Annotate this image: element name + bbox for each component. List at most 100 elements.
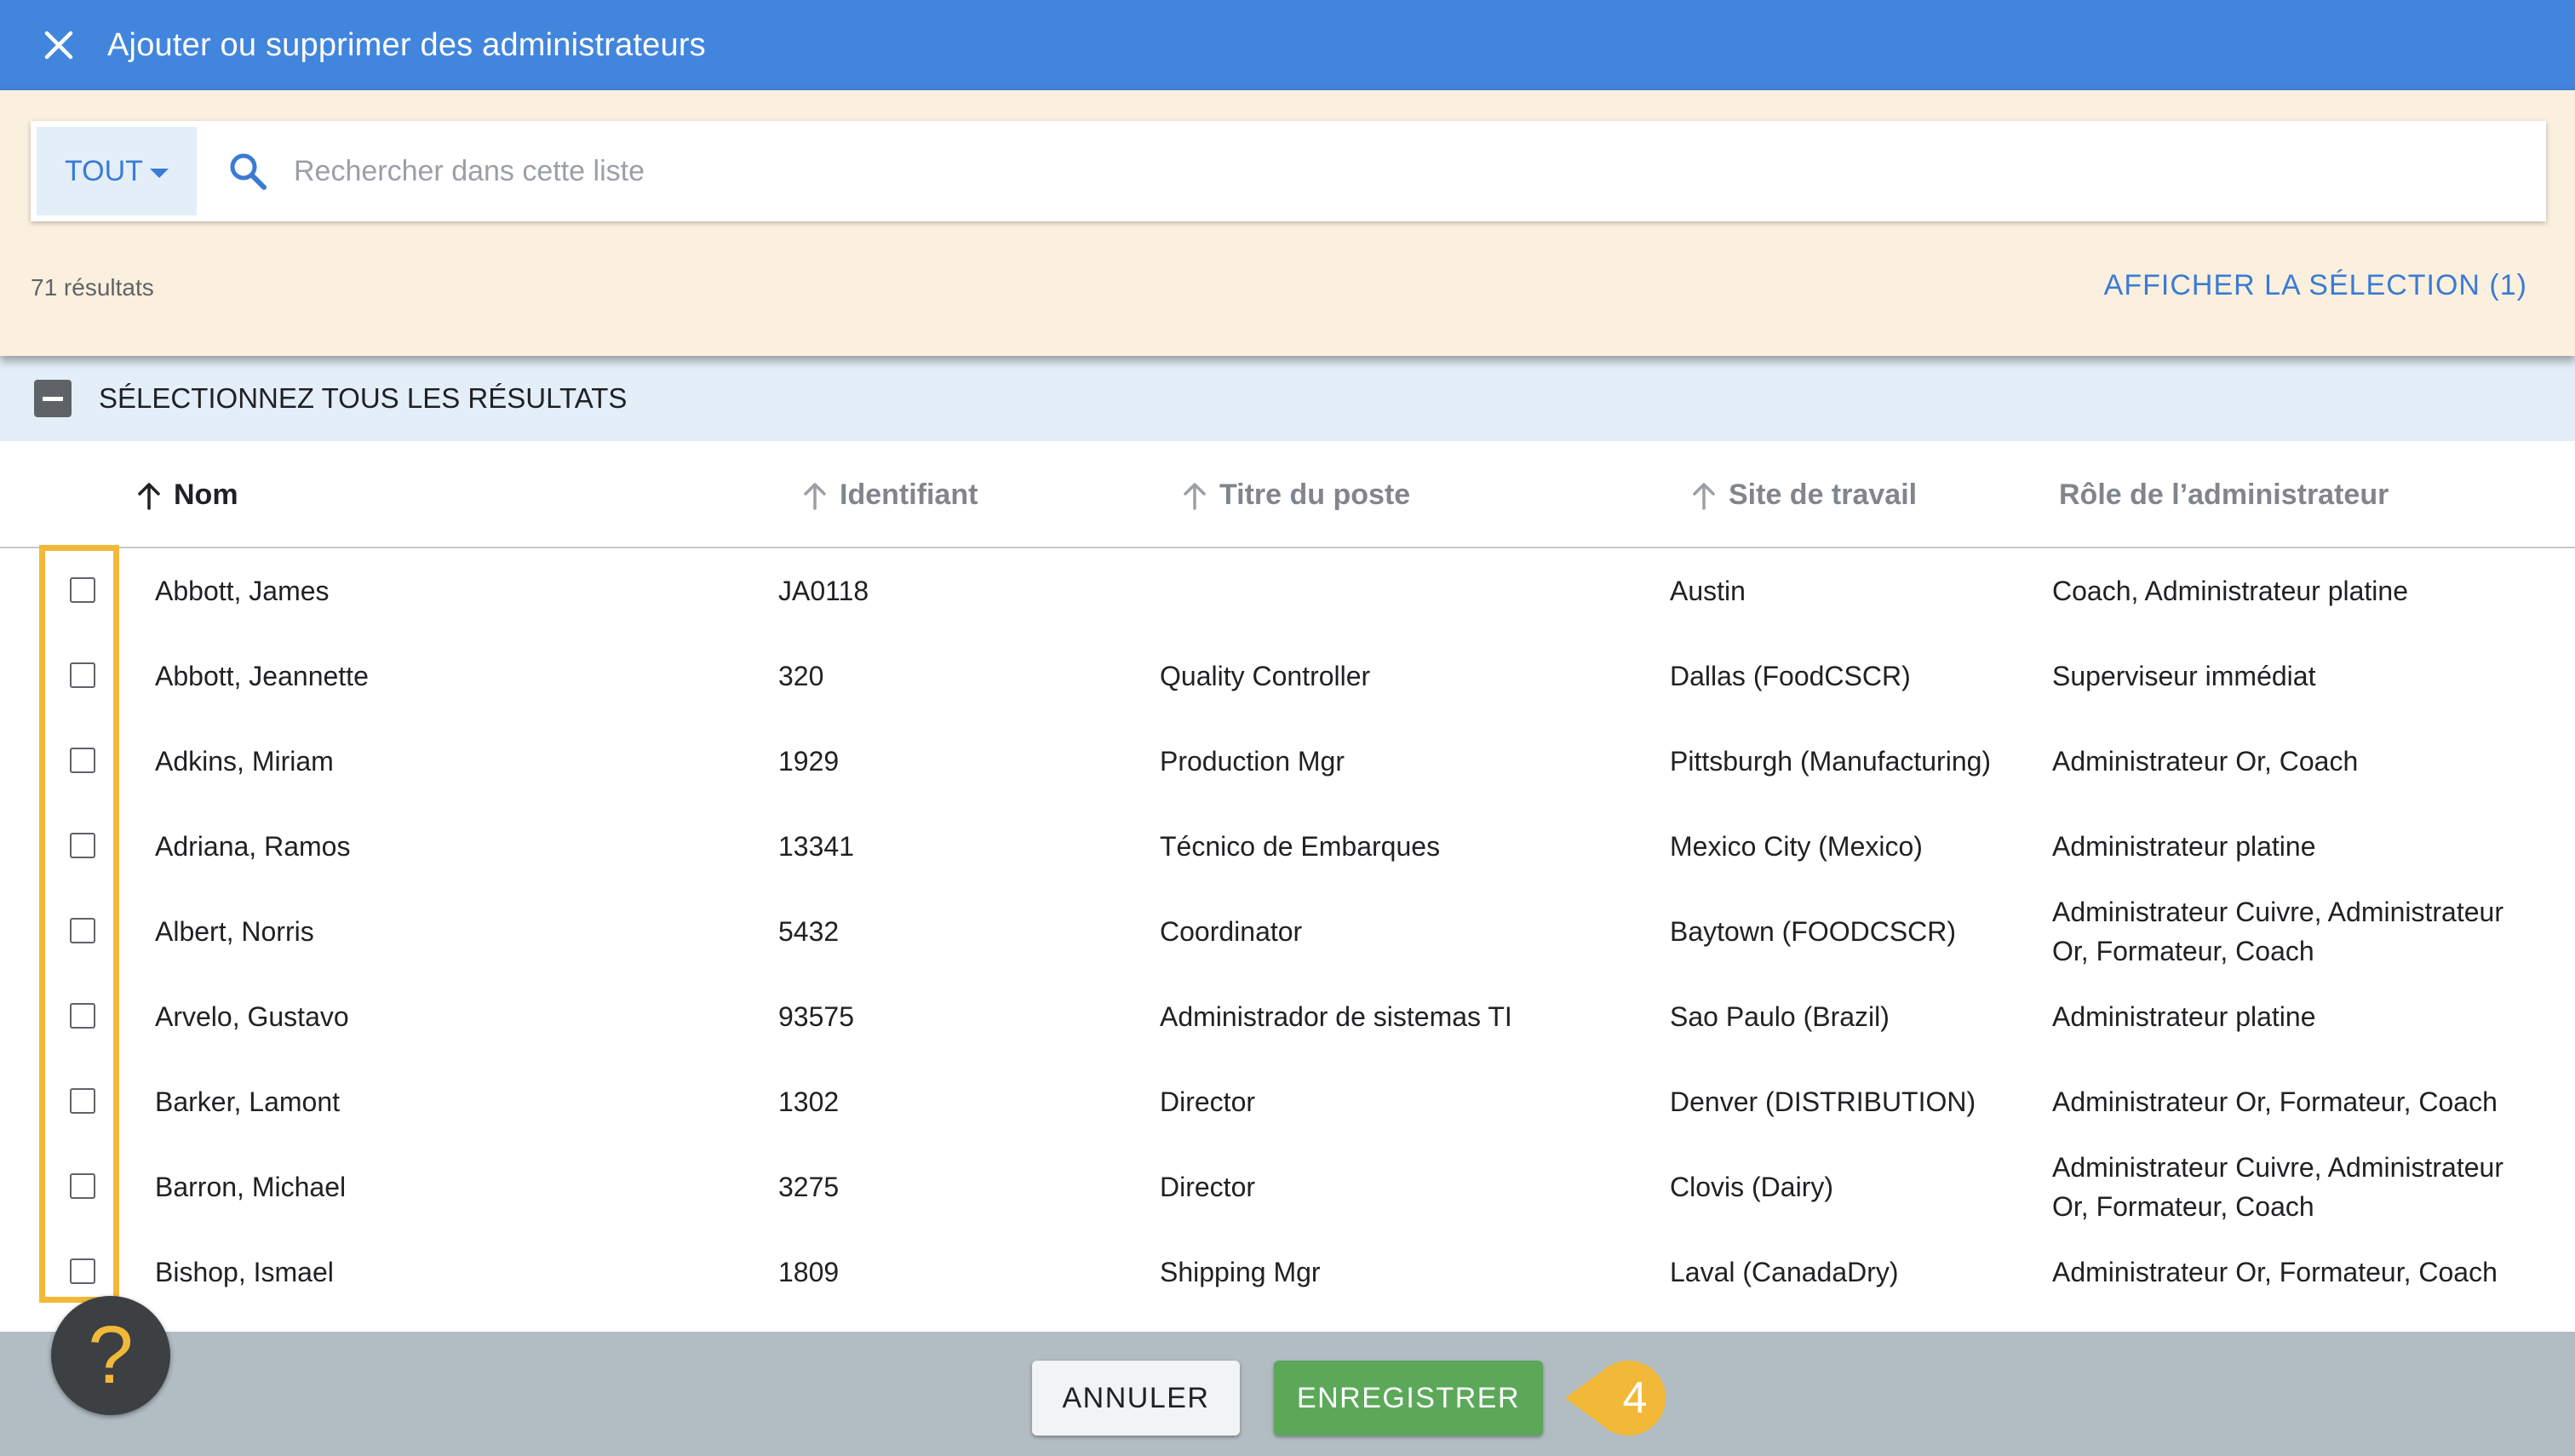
cell-id: 1302: [778, 1086, 840, 1117]
table-row: Adriana, Ramos 13341 Técnico de Embarque…: [0, 804, 2575, 889]
cell-name: Barker, Lamont: [155, 1086, 340, 1117]
arrow-up-icon: [1182, 481, 1207, 510]
cell-name: Arvelo, Gustavo: [155, 1001, 349, 1032]
cell-admin-role: Administrateur Or, Coach: [2052, 746, 2359, 777]
cell-work-site: Dallas (FoodCSCR): [1670, 661, 1911, 691]
cell-admin-role: Administrateur Or, Formateur, Coach: [2052, 1086, 2498, 1117]
cell-name: Abbott, Jeannette: [155, 661, 369, 691]
row-checkbox[interactable]: [70, 1088, 95, 1114]
arrow-up-icon: [802, 481, 828, 510]
indeterminate-icon: [43, 396, 63, 401]
save-button[interactable]: ENREGISTRER: [1274, 1361, 1543, 1436]
cell-job-title: Administrador de sistemas TI: [1160, 1001, 1512, 1032]
cell-job-title: Shipping Mgr: [1160, 1257, 1321, 1287]
column-header-label: Site de travail: [1729, 479, 1918, 511]
cell-name: Adkins, Miriam: [155, 746, 334, 777]
dialog-header: Ajouter ou supprimer des administrateurs: [0, 0, 2575, 90]
column-header-label: Titre du poste: [1219, 479, 1411, 511]
cell-work-site: Denver (DISTRIBUTION): [1670, 1086, 1976, 1117]
cell-id: 3275: [778, 1172, 840, 1202]
search-bar: TOUT: [31, 121, 2546, 221]
cell-job-title: Técnico de Embarques: [1160, 831, 1441, 862]
close-icon[interactable]: [37, 24, 80, 66]
cell-job-title: Director: [1160, 1086, 1256, 1117]
results-count: 71 résultats: [31, 274, 154, 301]
cell-work-site: Clovis (Dairy): [1670, 1172, 1833, 1202]
row-checkbox[interactable]: [70, 1173, 95, 1199]
arrow-up-icon: [136, 481, 162, 510]
select-all-label: SÉLECTIONNEZ TOUS LES RÉSULTATS: [99, 382, 628, 414]
select-all-bar: SÉLECTIONNEZ TOUS LES RÉSULTATS: [0, 356, 2575, 441]
cell-work-site: Laval (CanadaDry): [1670, 1257, 1899, 1287]
cancel-button[interactable]: ANNULER: [1032, 1361, 1240, 1436]
show-selection-link[interactable]: AFFICHER LA SÉLECTION (1): [2104, 269, 2527, 302]
cell-admin-role: Administrateur platine: [2052, 831, 2316, 862]
cell-work-site: Austin: [1670, 576, 1746, 606]
table-row: Abbott, Jeannette 320 Quality Controller…: [0, 633, 2575, 719]
cell-work-site: Pittsburgh (Manufacturing): [1670, 746, 1992, 777]
column-header-label: Nom: [174, 479, 238, 511]
table-row: Albert, Norris 5432 Coordinator Baytown …: [0, 889, 2575, 974]
select-all-checkbox[interactable]: [34, 380, 72, 417]
cell-id: 320: [778, 661, 824, 691]
column-header-job-title[interactable]: Titre du poste: [1182, 479, 1410, 512]
cell-id: 5432: [778, 916, 840, 947]
row-checkbox[interactable]: [70, 1258, 95, 1284]
cell-name: Abbott, James: [155, 576, 330, 606]
table-row: Arvelo, Gustavo 93575 Administrador de s…: [0, 974, 2575, 1059]
row-checkbox[interactable]: [70, 577, 95, 603]
row-checkbox[interactable]: [70, 918, 95, 943]
cell-admin-role: Administrateur Cuivre, Administrateur Or…: [2052, 1152, 2503, 1222]
row-checkbox[interactable]: [70, 748, 95, 773]
cell-name: Adriana, Ramos: [155, 831, 351, 862]
dialog-title: Ajouter ou supprimer des administrateurs: [107, 26, 706, 63]
row-checkbox[interactable]: [70, 833, 95, 858]
scope-label: TOUT: [65, 154, 143, 187]
table-row: Bishop, Ismael 1809 Shipping Mgr Laval (…: [0, 1230, 2575, 1315]
cell-job-title: Coordinator: [1160, 916, 1303, 947]
filter-panel: TOUT 71 résultats AFFICHER LA SÉLECTION …: [0, 90, 2575, 356]
step-badge: 4: [1563, 1354, 1674, 1442]
chevron-down-icon: [149, 168, 169, 178]
column-header-name[interactable]: Nom: [136, 479, 238, 512]
cell-name: Barron, Michael: [155, 1172, 347, 1202]
cell-work-site: Baytown (FOODCSCR): [1670, 916, 1957, 947]
cell-work-site: Sao Paulo (Brazil): [1670, 1001, 1890, 1032]
column-header-admin-role[interactable]: Rôle de l’administrateur: [2059, 479, 2389, 512]
arrow-up-icon: [1691, 481, 1717, 510]
cell-id: 93575: [778, 1001, 854, 1032]
cell-id: 13341: [778, 831, 854, 862]
cell-work-site: Mexico City (Mexico): [1670, 831, 1923, 862]
step-number: 4: [1622, 1373, 1648, 1423]
cell-job-title: Quality Controller: [1160, 661, 1371, 691]
table-row: Adkins, Miriam 1929 Production Mgr Pitts…: [0, 719, 2575, 804]
cell-admin-role: Administrateur Or, Formateur, Coach: [2052, 1257, 2498, 1287]
cell-admin-role: Superviseur immédiat: [2052, 661, 2316, 691]
question-mark-icon: ?: [88, 1310, 134, 1401]
search-icon: [222, 146, 273, 197]
scope-dropdown[interactable]: TOUT: [37, 127, 197, 215]
table-header: Nom Identifiant Titre du poste Site de t…: [0, 441, 2575, 548]
dialog-footer: ANNULER ENREGISTRER 4: [0, 1332, 2575, 1456]
row-checkbox[interactable]: [70, 662, 95, 688]
search-input[interactable]: [292, 153, 2424, 189]
cell-admin-role: Administrateur Cuivre, Administrateur Or…: [2052, 897, 2503, 966]
cell-name: Bishop, Ismael: [155, 1257, 334, 1287]
column-header-label: Identifiant: [840, 479, 978, 511]
table-row: Barker, Lamont 1302 Director Denver (DIS…: [0, 1059, 2575, 1144]
cell-admin-role: Coach, Administrateur platine: [2052, 576, 2408, 606]
row-checkbox[interactable]: [70, 1003, 95, 1029]
column-header-label: Rôle de l’administrateur: [2059, 479, 2389, 511]
cell-job-title: Director: [1160, 1172, 1256, 1202]
column-header-work-site[interactable]: Site de travail: [1691, 479, 1917, 512]
cell-id: 1929: [778, 746, 840, 777]
cell-name: Albert, Norris: [155, 916, 314, 947]
cell-id: 1809: [778, 1257, 840, 1287]
cell-job-title: Production Mgr: [1160, 746, 1345, 777]
help-button[interactable]: ?: [51, 1296, 170, 1415]
cell-admin-role: Administrateur platine: [2052, 1001, 2316, 1032]
column-header-id[interactable]: Identifiant: [802, 479, 978, 512]
table-row: Barron, Michael 3275 Director Clovis (Da…: [0, 1144, 2575, 1230]
table-row: Abbott, James JA0118 Austin Coach, Admin…: [0, 548, 2575, 633]
cell-id: JA0118: [778, 576, 869, 606]
